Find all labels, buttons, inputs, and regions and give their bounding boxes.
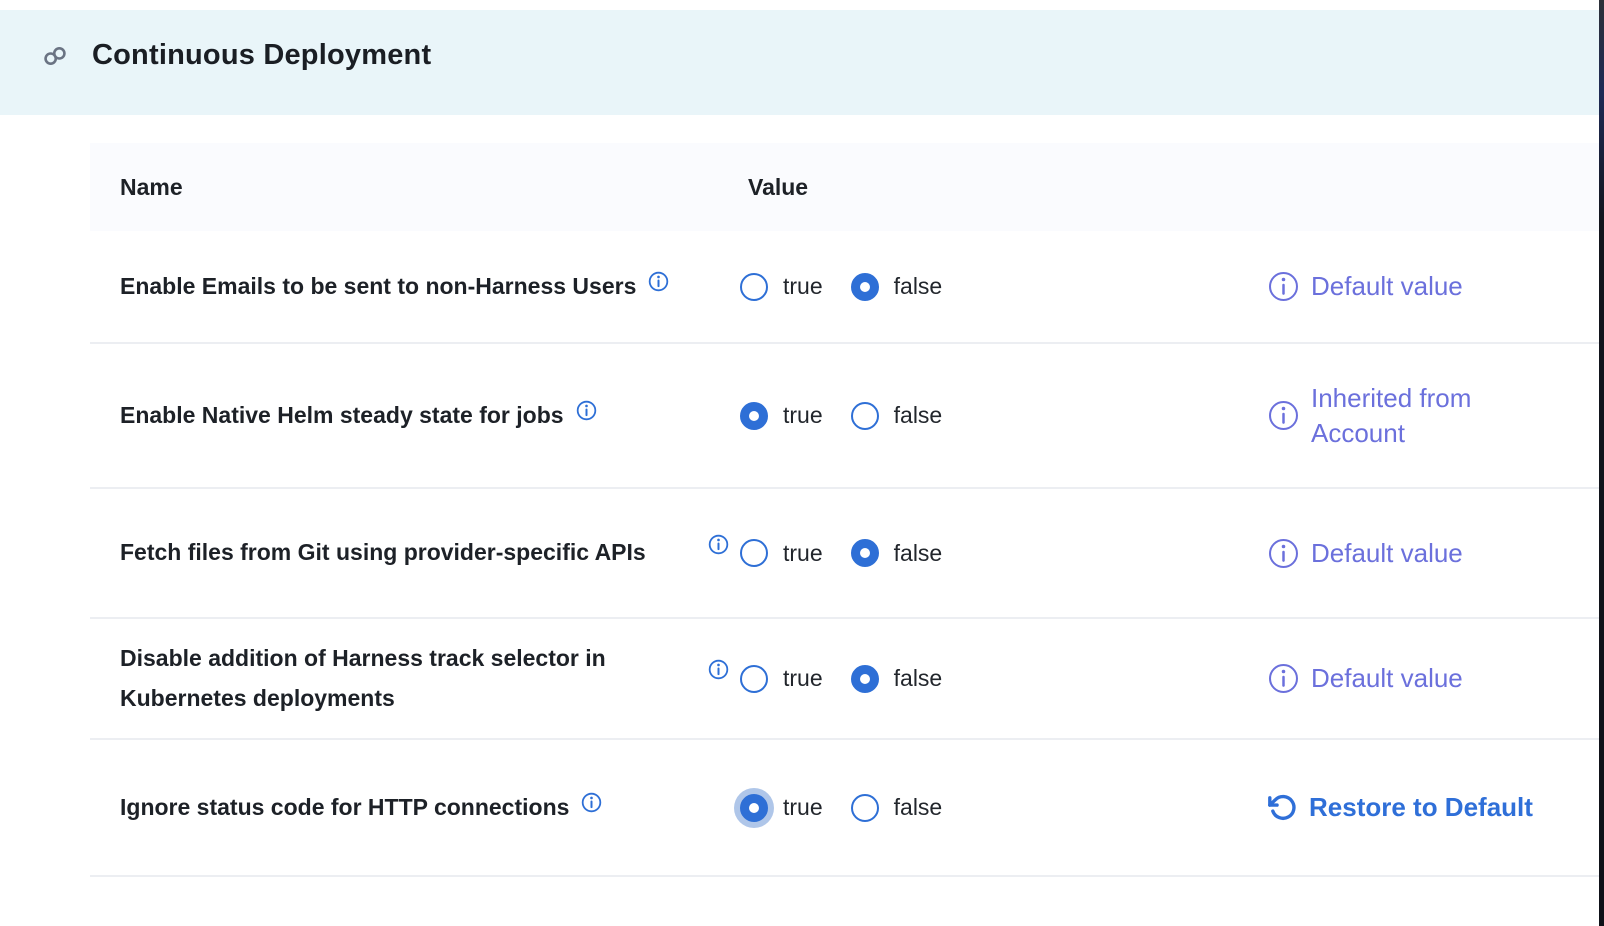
radio-false-circle[interactable] xyxy=(851,402,879,430)
setting-name: Enable Native Helm steady state for jobs xyxy=(120,402,564,428)
radio-false-circle[interactable] xyxy=(851,794,879,822)
column-header-value: Value xyxy=(708,174,1599,201)
status-label: Default value xyxy=(1311,661,1463,695)
radio-false-label: false xyxy=(894,665,943,692)
setting-row: Ignore status code for HTTP connections xyxy=(90,740,1599,877)
setting-name: Fetch files from Git using provider-spec… xyxy=(120,533,646,572)
info-icon[interactable] xyxy=(581,792,602,813)
setting-value-cell: true false xyxy=(708,665,1268,693)
status-label: Inherited from Account xyxy=(1311,381,1566,450)
radio-option-false[interactable]: false xyxy=(851,273,943,301)
setting-name-cell: Ignore status code for HTTP connections xyxy=(90,788,708,827)
setting-status-cell[interactable]: Default value xyxy=(1268,269,1599,303)
setting-value-cell: true false xyxy=(708,402,1268,430)
setting-name: Ignore status code for HTTP connections xyxy=(120,794,569,820)
setting-name: Disable addition of Harness track select… xyxy=(120,639,700,717)
settings-table: Name Value Enable Emails to be sent to n… xyxy=(90,143,1599,877)
page-title: Continuous Deployment xyxy=(92,39,431,72)
link-anchor-icon[interactable] xyxy=(42,43,68,69)
radio-false-circle[interactable] xyxy=(851,665,879,693)
radio-option-true[interactable]: true xyxy=(740,273,823,301)
setting-name-cell: Fetch files from Git using provider-spec… xyxy=(90,533,708,572)
radio-true-label: true xyxy=(783,273,823,300)
radio-option-true[interactable]: true xyxy=(740,794,823,822)
radio-true-circle[interactable] xyxy=(740,665,768,693)
setting-row: Disable addition of Harness track select… xyxy=(90,619,1599,740)
radio-false-circle[interactable] xyxy=(851,273,879,301)
radio-true-label: true xyxy=(783,794,823,821)
radio-true-label: true xyxy=(783,540,823,567)
info-icon[interactable] xyxy=(1268,538,1299,569)
radio-option-true[interactable]: true xyxy=(740,402,823,430)
radio-false-label: false xyxy=(894,273,943,300)
setting-status-cell[interactable]: Restore to Default xyxy=(1268,790,1599,824)
section-header: Continuous Deployment xyxy=(0,10,1599,115)
radio-true-circle[interactable] xyxy=(740,794,768,822)
radio-option-false[interactable]: false xyxy=(851,539,943,567)
radio-true-circle[interactable] xyxy=(740,273,768,301)
table-body: Enable Emails to be sent to non-Harness … xyxy=(90,231,1599,877)
radio-false-circle[interactable] xyxy=(851,539,879,567)
radio-false-label: false xyxy=(894,402,943,429)
radio-false-label: false xyxy=(894,794,943,821)
setting-row: Enable Native Helm steady state for jobs xyxy=(90,344,1599,489)
info-icon[interactable] xyxy=(576,400,597,421)
setting-name: Enable Emails to be sent to non-Harness … xyxy=(120,273,636,299)
radio-option-true[interactable]: true xyxy=(740,539,823,567)
info-icon[interactable] xyxy=(708,534,729,555)
setting-status-cell[interactable]: Default value xyxy=(1268,661,1599,695)
status-label: Restore to Default xyxy=(1309,790,1533,824)
setting-name-cell: Disable addition of Harness track select… xyxy=(90,639,708,717)
right-edge-panel xyxy=(1599,0,1604,926)
radio-false-label: false xyxy=(894,540,943,567)
setting-row: Fetch files from Git using provider-spec… xyxy=(90,489,1599,619)
info-icon[interactable] xyxy=(1268,271,1299,302)
info-icon[interactable] xyxy=(1268,663,1299,694)
radio-option-true[interactable]: true xyxy=(740,665,823,693)
radio-option-false[interactable]: false xyxy=(851,665,943,693)
setting-name-cell: Enable Emails to be sent to non-Harness … xyxy=(90,267,708,306)
radio-true-label: true xyxy=(783,665,823,692)
setting-name-cell: Enable Native Helm steady state for jobs xyxy=(90,396,708,435)
column-header-name: Name xyxy=(90,174,708,201)
info-icon[interactable] xyxy=(1268,400,1299,431)
restore-icon[interactable] xyxy=(1268,793,1297,822)
info-icon[interactable] xyxy=(708,659,729,680)
radio-true-label: true xyxy=(783,402,823,429)
setting-value-cell: true false xyxy=(708,539,1268,567)
info-icon[interactable] xyxy=(648,271,669,292)
table-header-row: Name Value xyxy=(90,143,1599,231)
setting-status-cell[interactable]: Default value xyxy=(1268,536,1599,570)
setting-row: Enable Emails to be sent to non-Harness … xyxy=(90,231,1599,344)
radio-true-circle[interactable] xyxy=(740,402,768,430)
setting-status-cell[interactable]: Inherited from Account xyxy=(1268,381,1599,450)
setting-value-cell: true false xyxy=(708,794,1268,822)
setting-value-cell: true false xyxy=(708,273,1268,301)
radio-option-false[interactable]: false xyxy=(851,402,943,430)
radio-option-false[interactable]: false xyxy=(851,794,943,822)
status-label: Default value xyxy=(1311,536,1463,570)
status-label: Default value xyxy=(1311,269,1463,303)
radio-true-circle[interactable] xyxy=(740,539,768,567)
